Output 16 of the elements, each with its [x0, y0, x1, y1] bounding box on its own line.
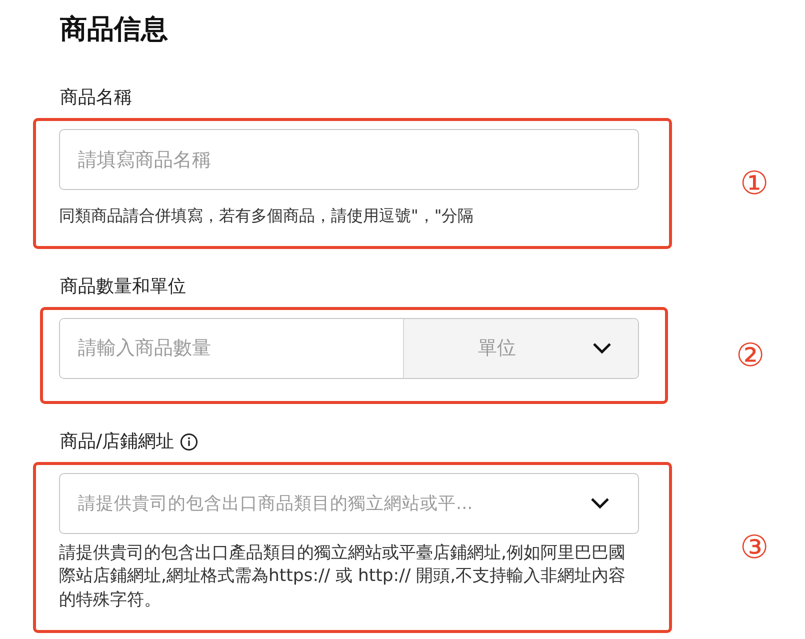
chevron-down-icon — [590, 497, 610, 509]
step-number: ② — [736, 335, 765, 375]
field-label: 商品/店鋪網址 — [60, 430, 174, 454]
helper-text: 同類商品請合併填寫，若有多個商品，請使用逗號"，"分隔 — [59, 205, 475, 227]
helper-text: 請提供貴司的包含出口產品類目的獨立網站或平臺店鋪網址,例如阿里巴巴國際站店鋪網址,網址格式需為https:// 或 http:// 開頭,不支持輸入非網址內容的特殊字符。 — [59, 542, 627, 612]
field-label: 商品名稱 — [60, 86, 132, 110]
section-title: 商品信息 — [60, 13, 169, 47]
step-number: ① — [740, 163, 769, 204]
info-icon[interactable] — [180, 432, 198, 450]
input-field[interactable]: 請填寫商品名稱 — [59, 129, 639, 190]
field-label: 商品數量和單位 — [60, 274, 186, 298]
quantity-field[interactable]: 請輸入商品數量 單位 — [59, 318, 639, 378]
step-number: ③ — [740, 527, 769, 568]
chevron-down-icon — [592, 342, 612, 354]
dropdown-field[interactable]: 請提供貴司的包含出口商品類目的獨立網站或平... — [59, 472, 639, 534]
unit-dropdown[interactable]: 單位 — [404, 318, 638, 378]
